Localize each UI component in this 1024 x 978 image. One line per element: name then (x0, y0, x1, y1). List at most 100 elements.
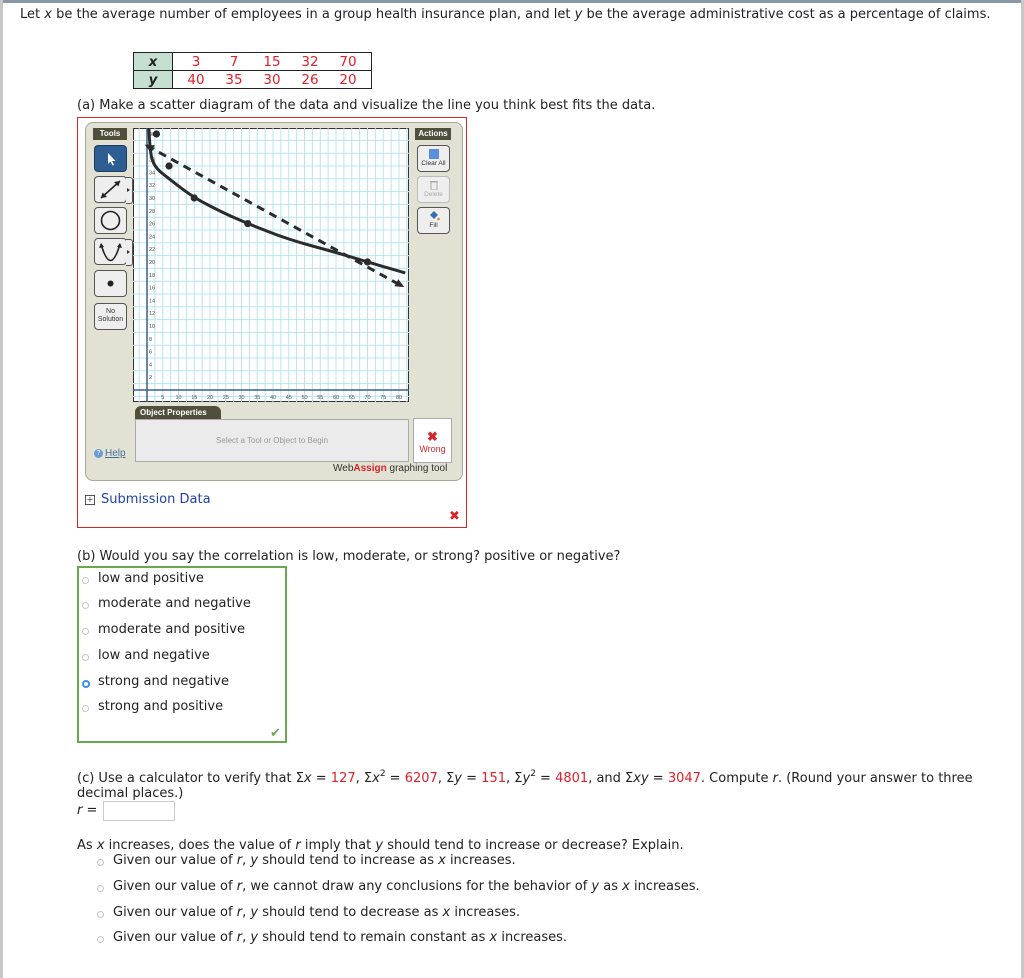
table-cell: 7 (229, 53, 239, 70)
prompt-text: . Compute (700, 771, 773, 786)
var-y: y (454, 771, 462, 786)
line-arrow-icon (100, 180, 121, 199)
data-point[interactable] (244, 220, 252, 228)
prompt-text: should tend to increase or decrease? Exp… (383, 838, 684, 853)
intro-text: be the average number of employees in a … (51, 7, 575, 22)
fill-button[interactable]: Fill (417, 207, 450, 234)
option-text: Given our value of (113, 905, 237, 920)
help-link[interactable]: ? Help (94, 448, 126, 459)
delete-label: Delete (424, 191, 443, 198)
line-tool-button[interactable] (94, 176, 133, 204)
x-tick-label: 45 (286, 395, 292, 401)
radio-button[interactable] (97, 911, 104, 918)
radio-button[interactable] (97, 859, 104, 866)
point-tool-button[interactable] (94, 270, 127, 297)
radio-button[interactable] (82, 654, 89, 661)
option-label: Given our value of r, y should tend to r… (113, 930, 567, 946)
variable: y (250, 930, 259, 945)
y-tick-label: 28 (149, 209, 155, 215)
actions-header: Actions (415, 128, 451, 140)
table-cell: 30 (263, 71, 281, 88)
variable: y (591, 879, 600, 894)
option-label: moderate and negative (98, 596, 251, 611)
scatter-plot[interactable]: 5 10 15 20 25 30 35 40 45 50 55 60 65 70 75 80246810121… (133, 128, 409, 402)
y-tick-label: 30 (149, 196, 155, 202)
option-label: low and positive (98, 571, 204, 586)
data-point[interactable] (363, 258, 372, 266)
object-properties-tab[interactable]: Object Properties (135, 406, 221, 419)
graph-status-badge: ✖ Wrong (413, 418, 452, 463)
clear-all-label: Clear All (421, 160, 446, 167)
submission-data-toggle[interactable]: + Submission Data (85, 492, 211, 507)
x-tick-label: 10 (175, 395, 181, 401)
expand-icon: + (85, 495, 95, 505)
pointer-tool-button[interactable] (94, 145, 127, 172)
circle-tool-button[interactable] (94, 207, 127, 234)
object-properties-panel: Select a Tool or Object to Begin (135, 419, 409, 462)
data-point[interactable] (190, 194, 198, 202)
r-label-text: r = (77, 803, 98, 818)
prompt-text: increases, does the value of (104, 838, 296, 853)
y-tick-label: 26 (149, 222, 155, 228)
circle-icon (100, 210, 121, 231)
wrong-icon: ✖ (427, 429, 438, 444)
parabola-tool-button[interactable] (94, 238, 133, 266)
option-label: Given our value of r, y should tend to i… (113, 853, 516, 869)
y-tick-label: 2 (149, 375, 152, 381)
radio-button[interactable] (97, 885, 104, 892)
parabola-tool-submenu[interactable] (126, 239, 133, 266)
help-icon: ? (94, 448, 103, 458)
row-header-y: y (133, 70, 173, 89)
x-tick-label: 15 (191, 395, 197, 401)
radio-button[interactable] (82, 628, 89, 635)
paint-bucket-icon (429, 211, 440, 221)
fitted-curve[interactable] (147, 128, 406, 275)
option-label: Given our value of r, y should tend to d… (113, 905, 520, 921)
var-x: x (372, 771, 380, 786)
radio-button[interactable] (82, 680, 90, 688)
row-header-x: x (133, 52, 173, 71)
tools-header: Tools (93, 128, 127, 140)
radio-button[interactable] (82, 705, 89, 712)
prompt-text: imply that (300, 838, 376, 853)
data-point[interactable] (152, 130, 161, 138)
x-tick-label: 25 (223, 395, 229, 401)
option-text: increases. (497, 930, 568, 945)
prompt-text: As (77, 838, 97, 853)
radio-button[interactable] (82, 602, 89, 609)
variable: x (622, 879, 630, 894)
pointer-icon (108, 153, 116, 166)
prompt-text: (c) Use a calculator to verify that Σ (77, 771, 304, 786)
y-tick-label: 16 (149, 286, 155, 292)
problem-intro: Let x be the average number of employees… (20, 7, 1010, 22)
line-tool-submenu[interactable] (126, 177, 133, 204)
option-text: Given our value of (113, 879, 237, 894)
table-cell: 70 (339, 53, 357, 70)
x-tick-label: 50 (301, 395, 307, 401)
y-tick-label: 6 (149, 350, 152, 356)
var-x: x (303, 771, 312, 786)
table-row-y: y 40 35 30 26 20 (133, 70, 372, 89)
r-input[interactable] (103, 801, 175, 821)
delete-button[interactable]: Delete (417, 176, 450, 203)
radio-button[interactable] (82, 577, 89, 584)
option-text: increases. (450, 905, 521, 920)
part-c-prompt: (c) Use a calculator to verify that Σx =… (77, 769, 973, 802)
sum-x2-value: 6207 (404, 771, 438, 786)
x-tick-label: 65 (349, 395, 355, 401)
table-cell: 26 (301, 71, 319, 88)
variable: x (438, 853, 446, 868)
sum-xy-value: 3047 (667, 771, 701, 786)
y-tick-label: 34 (149, 170, 155, 176)
sum-y-value: 151 (481, 771, 506, 786)
y-tick-label: 18 (149, 273, 155, 279)
x-values: 3 7 15 32 70 (172, 52, 372, 71)
var-x: x (96, 838, 105, 853)
option-label: strong and negative (98, 674, 229, 689)
clear-all-button[interactable]: Clear All (417, 145, 450, 172)
no-solution-button[interactable]: No Solution (94, 303, 127, 330)
radio-button[interactable] (97, 936, 104, 943)
table-cell: 20 (339, 71, 357, 88)
data-point[interactable] (165, 162, 173, 170)
option-text: as (599, 879, 623, 894)
